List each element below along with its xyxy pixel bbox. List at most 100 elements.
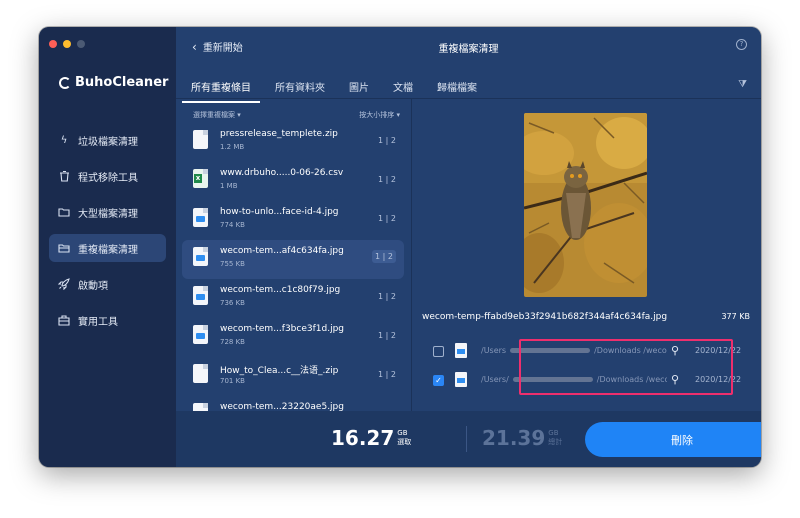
file-size: 755 KB <box>220 260 245 268</box>
sidebar-item-label: 大型檔案清理 <box>78 208 138 220</box>
sidebar-item-label: 重複檔案清理 <box>78 244 138 256</box>
list-header: 選擇重複檔案 ▾ 按大小排序 ▾ <box>193 110 400 120</box>
file-name: wecom-tem...23220ae5.jpg <box>220 402 344 411</box>
copy-checkbox-checked[interactable]: ✓ <box>433 375 444 386</box>
duplicate-count: 1 | 2 <box>378 214 396 223</box>
sidebar-item-app-uninstaller[interactable]: 程式移除工具 <box>49 162 166 190</box>
sidebar-nav: ϟ 垃圾檔案清理 程式移除工具 大型檔案清理 重複檔案清理 啟動項 實用工具 <box>49 126 166 342</box>
file-name: wecom-tem...af4c634fa.jpg <box>220 246 344 256</box>
duplicate-file-list[interactable]: pressrelease_templete.zip1.2 MB1 | 2www.… <box>182 123 404 411</box>
lightning-icon: ϟ <box>60 134 68 146</box>
filter-icon[interactable]: ⧩ <box>738 79 747 90</box>
selected-file-size: 377 KB <box>721 312 750 321</box>
sort-dropdown[interactable]: 按大小排序 ▾ <box>359 110 400 120</box>
file-size: 774 KB <box>220 221 245 229</box>
app-logo: BuhoCleaner <box>59 75 168 90</box>
app-window: BuhoCleaner ϟ 垃圾檔案清理 程式移除工具 大型檔案清理 重複檔案清… <box>39 27 761 467</box>
file-name: wecom-tem...f3bce3f1d.jpg <box>220 324 344 334</box>
total-size-value: 21.39 <box>482 426 546 450</box>
duplicate-folder-icon <box>58 242 70 254</box>
page-title: 重複檔案清理 <box>438 44 499 55</box>
close-window-button[interactable] <box>49 40 57 48</box>
total-size-stat: 21.39 GB 總計 <box>482 427 562 449</box>
image-file-icon <box>193 247 208 266</box>
sidebar-item-label: 垃圾檔案清理 <box>78 136 138 148</box>
file-size: 701 KB <box>220 377 245 385</box>
image-file-icon <box>193 208 208 227</box>
file-size: 728 KB <box>220 338 245 346</box>
divider <box>466 426 467 452</box>
file-list-item[interactable]: wecom-tem...f3bce3f1d.jpg 728 KB 1 | 2 <box>182 318 404 357</box>
file-list-item[interactable]: wecom-tem...c1c80f79.jpg 736 KB 1 | 2 <box>182 279 404 318</box>
image-file-icon <box>455 343 467 358</box>
copy-checkbox[interactable] <box>433 346 444 357</box>
copy-path: /Users/Downloads /wecom-temp <box>481 346 667 355</box>
image-file-icon <box>193 403 208 411</box>
zip-file-icon <box>193 130 208 149</box>
file-list-item[interactable]: www.drbuho.....0-06-26.csv 1 MB 1 | 2 <box>182 162 404 201</box>
sidebar-item-large-files[interactable]: 大型檔案清理 <box>49 198 166 226</box>
image-file-icon <box>455 372 467 387</box>
selected-size-value: 16.27 <box>331 426 395 450</box>
copy-path: /Users//Downloads /wecom-temp <box>481 375 667 384</box>
sidebar-item-label: 實用工具 <box>78 316 118 328</box>
toolbox-icon <box>58 314 70 326</box>
copy-date: 2020/12/22 <box>695 346 742 355</box>
file-list-item[interactable]: pressrelease_templete.zip 1.2 MB 1 | 2 <box>182 123 404 162</box>
divider <box>411 99 412 411</box>
zoom-window-button[interactable] <box>77 40 85 48</box>
sidebar-item-toolkit[interactable]: 實用工具 <box>49 306 166 334</box>
total-size-unit: GB <box>548 429 559 437</box>
duplicate-copy-row: ✓ /Users//Downloads /wecom-temp ⚲ 2020/1… <box>433 372 753 390</box>
reveal-in-finder-search-icon[interactable]: ⚲ <box>671 344 679 357</box>
sidebar-item-duplicate-files[interactable]: 重複檔案清理 <box>49 234 166 262</box>
duplicate-count: 1 | 2 <box>378 292 396 301</box>
traffic-lights <box>49 40 85 48</box>
app-name: BuhoCleaner <box>75 75 169 90</box>
file-list-item[interactable]: wecom-tem...23220ae5.jpg <box>182 396 404 411</box>
rocket-icon <box>58 278 70 290</box>
duplicate-count: 1 | 2 <box>378 370 396 379</box>
duplicate-count: 1 | 2 <box>372 250 396 263</box>
main-panel: ‹ 重新開始 重複檔案清理 ? 所有重複條目 所有資料夾 圖片 文檔 歸檔檔案 … <box>176 27 761 467</box>
divider <box>176 98 761 99</box>
file-name: wecom-tem...c1c80f79.jpg <box>220 285 341 295</box>
file-size: 1 MB <box>220 182 238 190</box>
duplicate-copy-row: /Users/Downloads /wecom-temp ⚲ 2020/12/2… <box>433 343 753 361</box>
sidebar-item-label: 啟動項 <box>78 280 108 292</box>
folder-icon <box>58 206 70 218</box>
image-preview <box>524 113 647 297</box>
top-bar: ‹ 重新開始 重複檔案清理 ? <box>176 27 761 65</box>
file-size: 736 KB <box>220 299 245 307</box>
selected-size-unit: GB <box>397 429 408 437</box>
redacted-username <box>512 377 593 382</box>
total-size-label: 總計 <box>548 438 563 446</box>
file-list-item[interactable]: How_to_Clea...c__法语_.zip 701 KB 1 | 2 <box>182 357 404 396</box>
duplicate-count: 1 | 2 <box>378 136 396 145</box>
duplicate-count: 1 | 2 <box>378 331 396 340</box>
sidebar-item-startup-items[interactable]: 啟動項 <box>49 270 166 298</box>
help-icon[interactable]: ? <box>736 39 747 50</box>
buho-logo-icon <box>59 76 71 89</box>
file-name: how-to-unlo...face-id-4.jpg <box>220 207 339 217</box>
selected-file-name: wecom-temp-ffabd9eb33f2941b682f344af4c63… <box>422 312 668 322</box>
duplicate-count: 1 | 2 <box>378 175 396 184</box>
file-list-item[interactable]: wecom-tem...af4c634fa.jpg 755 KB 1 | 2 <box>182 240 404 279</box>
sidebar-item-junk-cleanup[interactable]: ϟ 垃圾檔案清理 <box>49 126 166 154</box>
minimize-window-button[interactable] <box>63 40 71 48</box>
selected-size-label: 選取 <box>397 438 412 446</box>
file-name: How_to_Clea...c__法语_.zip <box>220 366 339 376</box>
file-list-item[interactable]: how-to-unlo...face-id-4.jpg 774 KB 1 | 2 <box>182 201 404 240</box>
delete-button[interactable]: 刪除 <box>585 422 761 457</box>
sidebar: BuhoCleaner ϟ 垃圾檔案清理 程式移除工具 大型檔案清理 重複檔案清… <box>39 27 176 467</box>
image-file-icon <box>193 286 208 305</box>
select-duplicates-dropdown[interactable]: 選擇重複檔案 ▾ <box>193 110 241 120</box>
file-name: www.drbuho.....0-06-26.csv <box>220 168 344 178</box>
trash-icon <box>58 170 70 182</box>
file-size: 1.2 MB <box>220 143 245 151</box>
file-name: pressrelease_templete.zip <box>220 129 338 139</box>
redacted-username <box>510 348 591 353</box>
reveal-in-finder-search-icon[interactable]: ⚲ <box>671 373 679 386</box>
selected-size-stat: 16.27 GB 選取 <box>331 427 411 449</box>
image-file-icon <box>193 325 208 344</box>
